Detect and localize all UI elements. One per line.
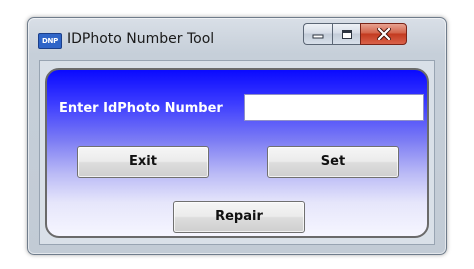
close-icon: [376, 28, 391, 40]
form-panel: Enter IdPhoto Number Exit Set Repair: [45, 68, 429, 238]
minimize-button[interactable]: [303, 23, 332, 45]
repair-button[interactable]: Repair: [173, 201, 305, 233]
window-title: IDPhoto Number Tool: [67, 31, 215, 47]
exit-button[interactable]: Exit: [77, 146, 209, 178]
maximize-icon: [341, 29, 352, 39]
close-button[interactable]: [360, 23, 407, 45]
maximize-button[interactable]: [332, 23, 360, 45]
app-window: DNP IDPhoto Number Tool Enter IdPhoto Nu…: [27, 17, 447, 255]
id-photo-number-input[interactable]: [244, 94, 424, 121]
set-button[interactable]: Set: [267, 146, 399, 178]
caption-buttons: [303, 23, 407, 45]
screen: DNP IDPhoto Number Tool Enter IdPhoto Nu…: [0, 0, 474, 269]
client-area: Enter IdPhoto Number Exit Set Repair: [39, 60, 435, 245]
title-bar[interactable]: DNP IDPhoto Number Tool: [28, 18, 446, 58]
minimize-icon: [312, 34, 324, 39]
app-icon: DNP: [38, 33, 62, 49]
id-photo-number-label: Enter IdPhoto Number: [59, 101, 223, 116]
